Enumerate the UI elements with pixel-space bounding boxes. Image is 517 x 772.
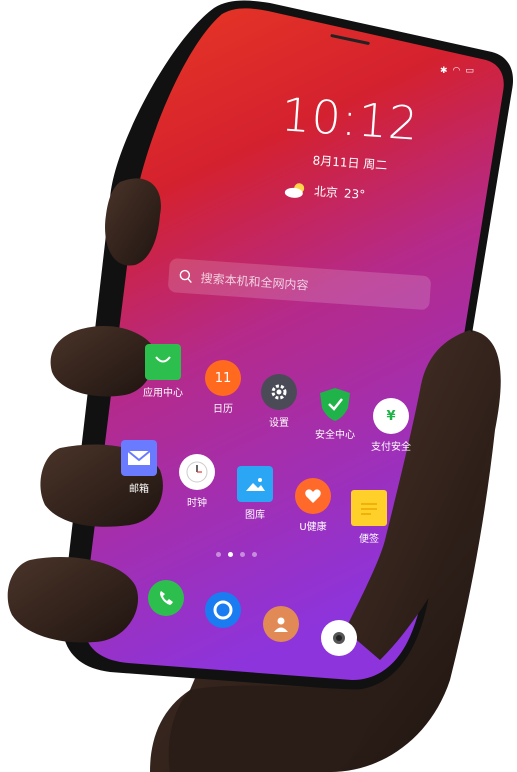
- shopping-bag-icon: [145, 344, 181, 380]
- lock-clock: 10:12: [279, 87, 421, 151]
- search-icon: [179, 269, 192, 284]
- browser-icon: [205, 592, 241, 628]
- finger-4: [7, 557, 139, 643]
- page-dot-active: [228, 552, 233, 557]
- page-dot: [240, 552, 245, 557]
- contacts-icon: [263, 606, 299, 642]
- health-heart-icon: [295, 478, 331, 514]
- shield-icon: [317, 386, 353, 422]
- weather-temp: 23°: [343, 185, 366, 202]
- phone-icon: [148, 580, 184, 616]
- weather-city: 北京: [313, 184, 339, 200]
- app-label: 支付安全: [371, 442, 411, 453]
- notes-app[interactable]: 便签: [334, 490, 404, 545]
- partly-cloudy-icon: [284, 182, 305, 198]
- clock-icon: [179, 454, 215, 490]
- camera-icon: [321, 620, 357, 656]
- notes-icon: [351, 490, 387, 526]
- gear-icon: [261, 374, 297, 410]
- dock-camera[interactable]: [304, 620, 374, 660]
- page-indicator: [216, 552, 257, 557]
- app-label: 便签: [359, 534, 379, 545]
- wrist: [168, 685, 380, 772]
- page-dot: [252, 552, 257, 557]
- wifi-icon: ◠: [452, 66, 461, 76]
- bluetooth-icon: ✱: [440, 66, 448, 76]
- payment-shield-icon: ¥: [373, 398, 409, 434]
- battery-icon: ▭: [465, 66, 474, 76]
- page-dot: [216, 552, 221, 557]
- calendar-icon: 11: [205, 360, 241, 396]
- gallery-icon: [237, 466, 273, 502]
- search-placeholder: 搜索本机和全网内容: [200, 270, 309, 293]
- mail-icon: [121, 440, 157, 476]
- status-bar: ✱ ◠ ▭: [440, 66, 474, 76]
- payment-security-app[interactable]: ¥ 支付安全: [356, 398, 426, 453]
